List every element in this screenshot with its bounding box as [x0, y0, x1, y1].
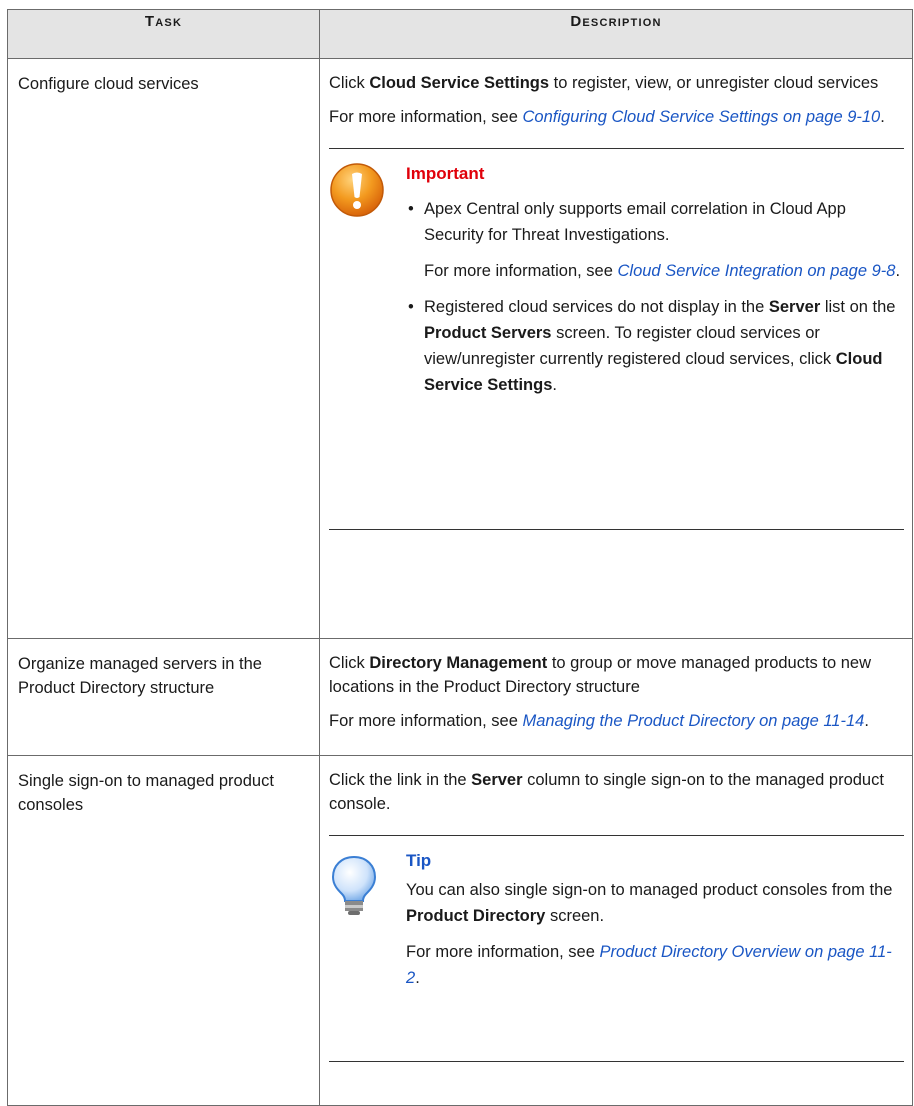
cross-reference-link[interactable]: Configuring Cloud Service Settings on pa… [523, 108, 881, 126]
bullet-icon: • [408, 298, 414, 316]
document-page: Task Description Configure cloud service… [0, 0, 914, 1106]
lightbulb-icon [329, 854, 379, 925]
tip-title: Tip [406, 851, 432, 870]
bullet-icon: • [408, 200, 414, 218]
list-item: • Registered cloud services do not displ… [406, 294, 904, 398]
task-cell: Organize managed servers in the Product … [7, 638, 320, 756]
description-text: Click Directory Management to group or m… [329, 654, 872, 696]
task-table: Task Description Configure cloud service… [7, 9, 913, 1106]
important-note: Important • Apex Central only supports e… [329, 148, 904, 530]
table-header-row: Task Description [7, 9, 913, 59]
exclamation-icon [329, 162, 385, 225]
description-cell: Click the link in the Server column to s… [319, 755, 913, 1106]
list-item: • Apex Central only supports email corre… [406, 196, 904, 284]
cross-reference-link[interactable]: Managing the Product Directory on page 1… [523, 712, 865, 730]
important-title: Important [406, 164, 485, 183]
more-info-text: For more information, see Product Direct… [406, 943, 892, 987]
task-cell: Configure cloud services [7, 58, 320, 639]
description-text: Click the link in the Server column to s… [329, 771, 884, 813]
description-text: Click Cloud Service Settings to register… [329, 74, 879, 92]
description-cell: Click Cloud Service Settings to register… [319, 58, 913, 639]
table-row: Organize managed servers in the Product … [7, 638, 913, 756]
more-info-text: For more information, see Managing the P… [329, 712, 869, 730]
cross-reference-link[interactable]: Cloud Service Integration on page 9-8 [618, 262, 896, 280]
tip-text: You can also single sign-on to managed p… [406, 881, 893, 925]
description-cell: Click Directory Management to group or m… [319, 638, 913, 756]
column-header-task: Task [7, 9, 320, 59]
table-row: Configure cloud services Click Cloud Ser… [7, 58, 913, 639]
table-row: Single sign-on to managed product consol… [7, 755, 913, 1106]
more-info-text: For more information, see Configuring Cl… [329, 108, 885, 126]
column-header-description: Description [319, 9, 913, 59]
task-cell: Single sign-on to managed product consol… [7, 755, 320, 1106]
tip-note: Tip You can also single sign-on to manag… [329, 835, 904, 1062]
